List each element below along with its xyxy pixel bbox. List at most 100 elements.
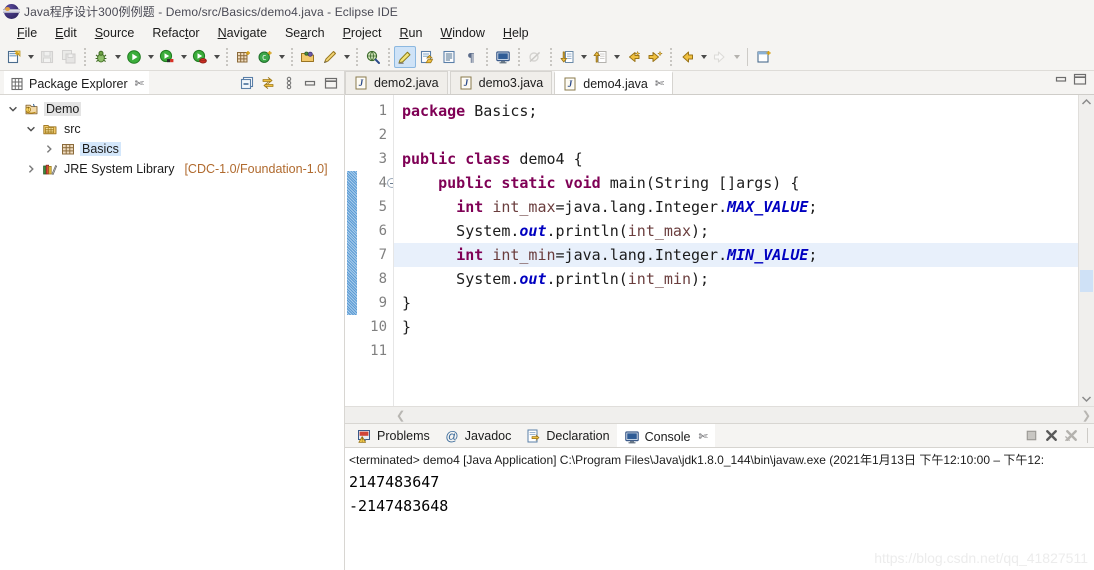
new-package-button[interactable] xyxy=(232,46,254,68)
last-edit-location-button[interactable] xyxy=(622,46,644,68)
chevron-down-icon[interactable] xyxy=(178,46,189,68)
chevron-down-icon[interactable] xyxy=(145,46,156,68)
code-token: main(String []args) { xyxy=(600,174,800,192)
console-body[interactable]: <terminated> demo4 [Java Application] C:… xyxy=(345,448,1094,570)
link-editor-icon[interactable] xyxy=(258,73,277,92)
workbench-body: Package Explorer ✄ ! Demo src Basics JRE… xyxy=(0,71,1094,570)
editor-tab-demo4-java[interactable]: Jdemo4.java ✄ xyxy=(554,71,674,94)
package-explorer-view: Package Explorer ✄ ! Demo src Basics JRE… xyxy=(0,71,345,570)
chevron-down-icon[interactable] xyxy=(24,124,38,134)
chevron-down-icon[interactable] xyxy=(112,46,123,68)
view-menu-icon[interactable] xyxy=(279,73,298,92)
tree-item-demo[interactable]: ! Demo xyxy=(0,99,344,119)
editor-tab-demo3-java[interactable]: Jdemo3.java xyxy=(449,71,553,94)
previous-annotation-button[interactable] xyxy=(589,46,611,68)
skip-breakpoints-button xyxy=(524,46,546,68)
chevron-down-icon[interactable] xyxy=(578,46,589,68)
code-token: void xyxy=(564,174,601,192)
chevron-down-icon[interactable] xyxy=(25,46,36,68)
line-number: 4 xyxy=(359,171,397,195)
close-icon[interactable]: ✄ xyxy=(655,77,664,90)
menu-navigate[interactable]: Navigate xyxy=(209,25,276,41)
panel-tab-declaration[interactable]: Declaration xyxy=(518,424,616,447)
show-whitespace-button[interactable] xyxy=(438,46,460,68)
editor-horizontal-scrollbar[interactable]: ❮ ❯ xyxy=(345,406,1094,423)
tab-package-explorer[interactable]: Package Explorer ✄ xyxy=(4,71,149,94)
editor-marker-bar[interactable] xyxy=(345,95,359,406)
tree-item-basics[interactable]: Basics xyxy=(0,139,344,159)
menu-window[interactable]: Window xyxy=(431,25,493,41)
maximize-icon[interactable] xyxy=(1072,71,1088,92)
chevron-down-icon[interactable] xyxy=(276,46,287,68)
panel-tab-console[interactable]: Console ✄ xyxy=(616,424,715,447)
back-button[interactable] xyxy=(676,46,698,68)
menu-file[interactable]: File xyxy=(8,25,46,41)
code-token: ); xyxy=(691,270,710,288)
code-token: package xyxy=(402,102,466,120)
run-play-icon xyxy=(126,49,142,65)
chevron-down-icon[interactable] xyxy=(698,46,709,68)
chevron-down-icon[interactable] xyxy=(341,46,352,68)
menu-refactor[interactable]: Refactor xyxy=(143,25,208,41)
scroll-up-icon[interactable] xyxy=(1081,95,1092,110)
chevron-right-icon[interactable] xyxy=(24,164,38,174)
maximize-icon[interactable] xyxy=(321,73,340,92)
scroll-right-icon[interactable]: ❯ xyxy=(1082,409,1091,422)
package-explorer-tabbar: Package Explorer ✄ xyxy=(0,71,344,95)
scroll-thumb[interactable] xyxy=(1080,270,1093,292)
menu-help[interactable]: Help xyxy=(494,25,538,41)
java-file-icon: J xyxy=(562,76,578,92)
editor-tab-demo2-java[interactable]: Jdemo2.java xyxy=(345,71,448,94)
external-tools-button[interactable] xyxy=(189,46,211,68)
close-icon[interactable]: ✄ xyxy=(698,430,707,443)
coverage-button[interactable] xyxy=(156,46,178,68)
run-button[interactable] xyxy=(123,46,145,68)
console-button[interactable] xyxy=(492,46,514,68)
open-editor-button[interactable] xyxy=(416,46,438,68)
forward-edit-button[interactable] xyxy=(644,46,666,68)
package-icon xyxy=(60,141,76,157)
collapse-all-icon[interactable] xyxy=(237,73,256,92)
tree-item-src[interactable]: src xyxy=(0,119,344,139)
toolbar-separator xyxy=(226,47,228,66)
scroll-left-icon[interactable]: ❮ xyxy=(348,409,405,422)
minimize-icon[interactable] xyxy=(1053,71,1069,92)
debug-button[interactable] xyxy=(90,46,112,68)
menu-project[interactable]: Project xyxy=(334,25,391,41)
editor-vertical-scrollbar[interactable] xyxy=(1078,95,1094,406)
close-icon[interactable]: ✄ xyxy=(135,77,144,90)
panel-tab-label: Javadoc xyxy=(464,428,512,443)
menu-search[interactable]: Search xyxy=(276,25,334,41)
editor-tab-label: demo2.java xyxy=(374,76,439,90)
pilcrow-button[interactable]: ¶ xyxy=(460,46,482,68)
scroll-down-icon[interactable] xyxy=(1081,391,1092,406)
chevron-down-icon[interactable] xyxy=(6,104,20,114)
open-task-button[interactable] xyxy=(319,46,341,68)
open-editor-icon xyxy=(419,49,435,65)
panel-tab-problems[interactable]: ! Problems xyxy=(349,424,437,447)
next-annotation-button[interactable] xyxy=(556,46,578,68)
project-tree[interactable]: ! Demo src Basics JRE System Library [CDC-1.0… xyxy=(0,95,344,570)
new-window-button[interactable] xyxy=(753,46,775,68)
line-number: 11 xyxy=(370,343,387,359)
toggle-markup-button[interactable] xyxy=(394,45,416,68)
minimize-icon[interactable] xyxy=(300,73,319,92)
new-class-button[interactable]: C xyxy=(254,46,276,68)
menu-edit[interactable]: Edit xyxy=(46,25,86,41)
console-status-line: <terminated> demo4 [Java Application] C:… xyxy=(349,453,1045,467)
chevron-down-icon[interactable] xyxy=(211,46,222,68)
console-output-line: 2147483647 xyxy=(349,473,440,491)
remove-x-icon[interactable] xyxy=(1044,428,1059,443)
menu-source[interactable]: Source xyxy=(86,25,144,41)
new-wizard-button[interactable] xyxy=(3,46,25,68)
chevron-down-icon[interactable] xyxy=(611,46,622,68)
tree-item-jre-system-library[interactable]: JRE System Library [CDC-1.0/Foundation-1.… xyxy=(0,159,344,179)
menu-run[interactable]: Run xyxy=(390,25,431,41)
chevron-right-icon[interactable] xyxy=(42,144,56,154)
stop-square-icon xyxy=(1024,428,1039,443)
panel-tab-javadoc[interactable]: @ Javadoc xyxy=(437,424,519,447)
code-text-area[interactable]: package Basics; public class demo4 { pub… xyxy=(393,95,1078,406)
code-token: ; xyxy=(808,198,818,216)
open-type-button[interactable] xyxy=(297,46,319,68)
search-button[interactable] xyxy=(362,46,384,68)
